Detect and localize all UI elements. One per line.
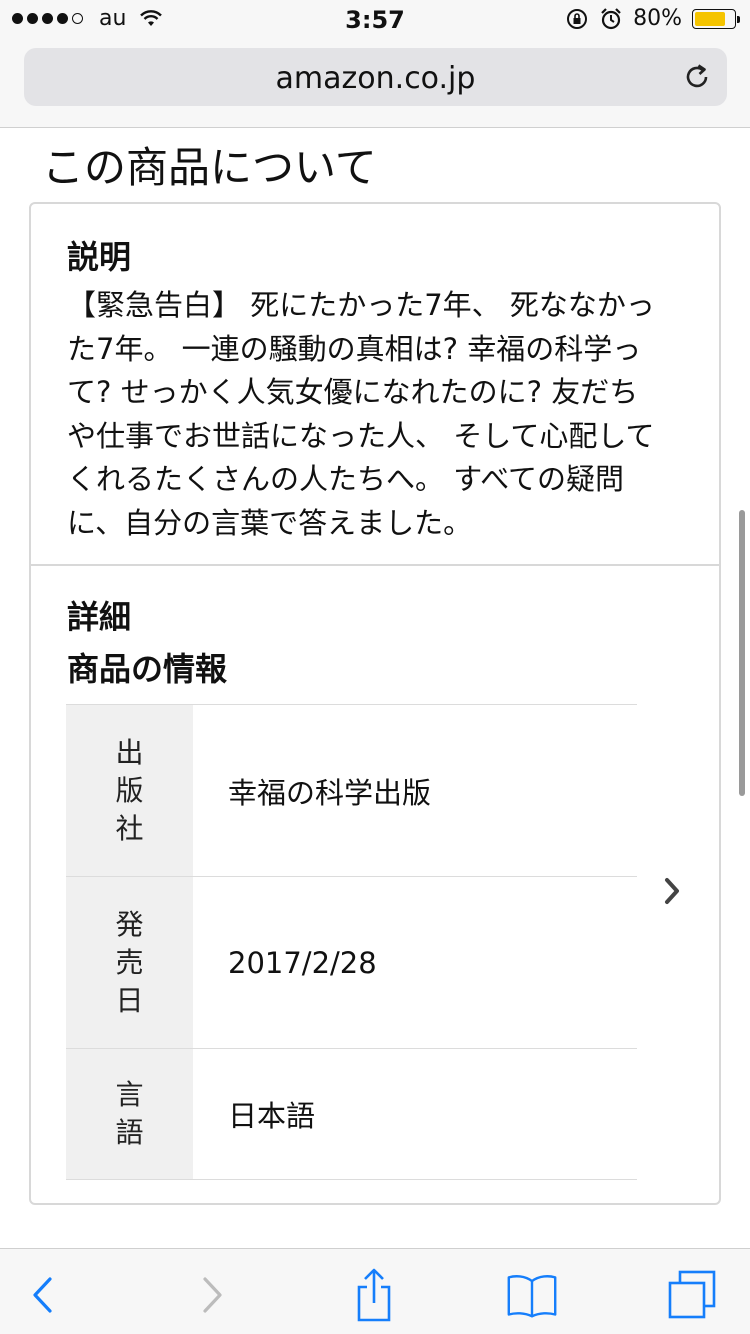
back-button[interactable] [17, 1269, 69, 1321]
browser-address-area: amazon.co.jp [0, 40, 750, 128]
description-heading: 説明 [67, 238, 132, 276]
reload-icon[interactable] [681, 61, 713, 93]
share-button[interactable] [348, 1268, 400, 1322]
status-bar: au 3:57 80% [0, 0, 750, 40]
battery-fill [695, 11, 726, 26]
table-key-language: 言 語 [66, 1049, 193, 1179]
table-value-publisher: 幸福の科学出版 [228, 775, 432, 810]
table-value-language: 日本語 [228, 1099, 316, 1133]
tabs-icon [668, 1270, 716, 1319]
scroll-indicator[interactable] [739, 510, 745, 796]
product-info-heading: 商品の情報 [67, 650, 228, 688]
chevron-right-icon [203, 1277, 222, 1313]
description-line: くれるたくさんの人たちへ。 すべての疑問 [67, 462, 625, 496]
battery-percent: 80% [633, 6, 682, 31]
table-value-release-date: 2017/2/28 [228, 945, 377, 980]
description-line: て? せっかく人気女優になれたのに? 友だち [67, 375, 639, 409]
table-key-release-date: 発 売 日 [66, 877, 193, 1048]
orientation-lock-icon [567, 8, 588, 29]
table-row: 発 売 日 2017/2/28 [66, 877, 637, 1049]
description-text: 【緊急告白】 死にたかった7年、 死ななかっ た7年。 一連の騒動の真相は? 幸… [67, 284, 679, 545]
key-char: 出 [115, 735, 144, 769]
description-line: や仕事でお世話になった人、 そして心配して [67, 418, 655, 453]
description-line: 【緊急告白】 死にたかった7年、 死ななかっ [67, 288, 655, 322]
bookmarks-button[interactable] [506, 1269, 558, 1321]
key-char: 語 [115, 1116, 144, 1149]
page-content: この商品について 説明 【緊急告白】 死にたかった7年、 死ななかっ た7年。 … [0, 128, 750, 1248]
forward-button[interactable] [186, 1269, 238, 1321]
tabs-button[interactable] [666, 1269, 718, 1321]
table-row: 出 版 社 幸福の科学出版 [66, 705, 637, 877]
section-divider [31, 564, 719, 566]
key-char: 発 [115, 907, 144, 941]
table-key-publisher: 出 版 社 [66, 705, 193, 876]
key-char: 売 [115, 945, 144, 979]
key-char: 日 [115, 983, 144, 1017]
section-title: この商品について [42, 143, 377, 192]
chevron-left-icon [33, 1277, 52, 1313]
product-info-card: 説明 【緊急告白】 死にたかった7年、 死ななかっ た7年。 一連の騒動の真相は… [29, 202, 721, 1205]
description-line: に、自分の言葉で答えました。 [67, 505, 473, 540]
details-heading: 詳細 [67, 598, 132, 636]
table-row: 言 語 日本語 [66, 1049, 637, 1180]
alarm-icon [601, 7, 621, 29]
description-line: た7年。 一連の騒動の真相は? 幸福の科学っ [67, 331, 642, 366]
browser-toolbar [0, 1248, 750, 1334]
battery-icon [692, 8, 740, 29]
url-text[interactable]: amazon.co.jp [24, 61, 727, 96]
status-right: 80% [565, 6, 740, 31]
chevron-right-icon[interactable] [661, 876, 685, 906]
key-char: 言 [115, 1078, 144, 1111]
address-bar[interactable]: amazon.co.jp [24, 48, 727, 106]
book-icon [507, 1275, 557, 1318]
key-char: 社 [115, 811, 144, 845]
key-char: 版 [115, 773, 144, 807]
share-icon [357, 1268, 391, 1322]
product-info-table[interactable]: 出 版 社 幸福の科学出版 発 売 日 2017/2/28 言 語 日本語 [66, 704, 637, 1180]
